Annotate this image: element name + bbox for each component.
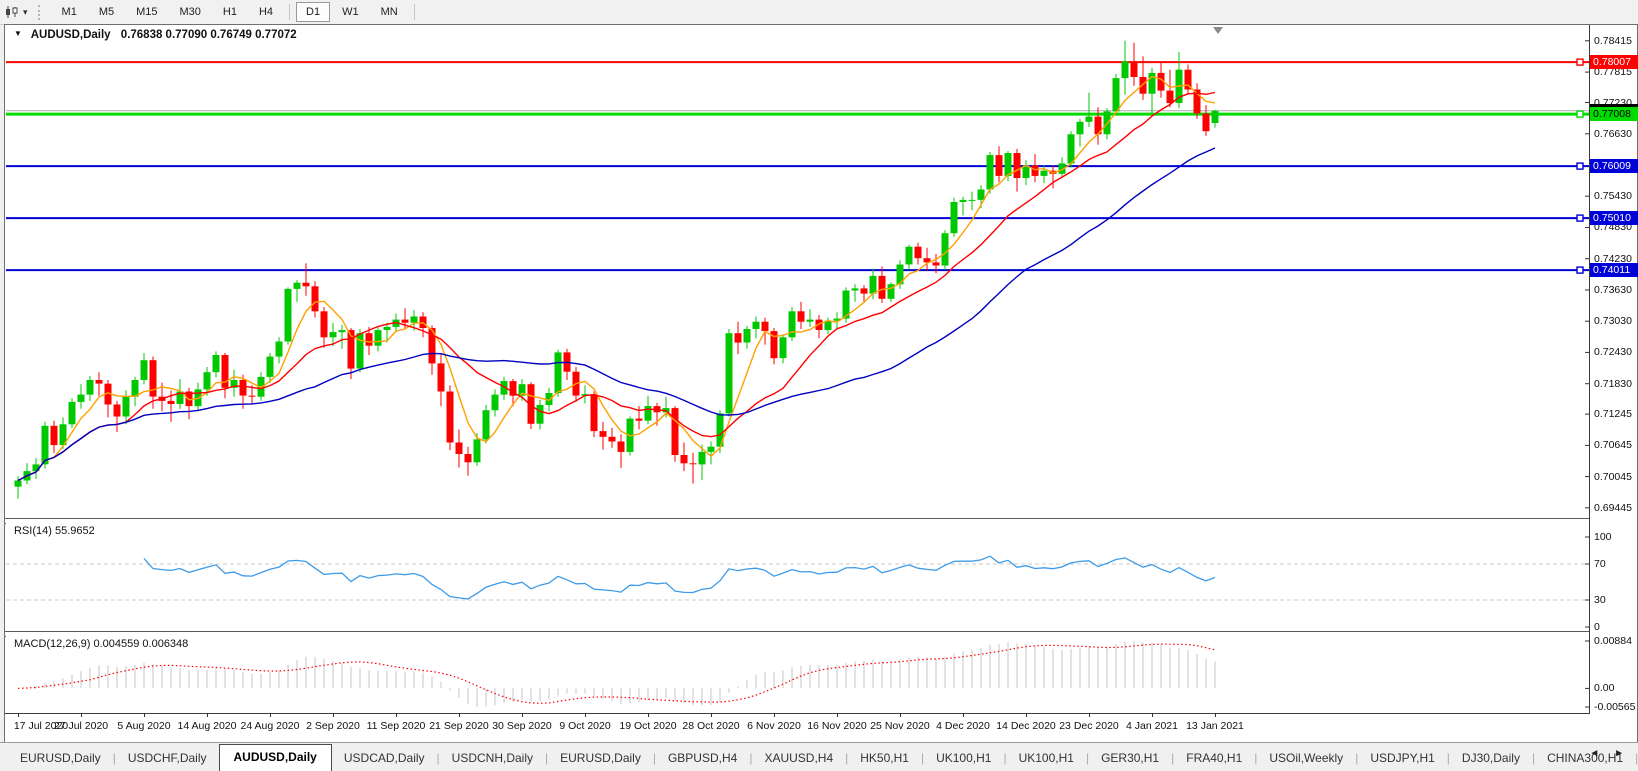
date-tick	[900, 713, 901, 717]
date-tick	[144, 713, 145, 717]
timeframe-button-m30[interactable]: M30	[170, 2, 211, 22]
timeframe-toolbar: ▾ M1 M5 M15 M30 H1 H4 D1 W1 MN	[0, 0, 1638, 25]
rsi-indicator-pane[interactable]	[6, 522, 1590, 631]
chart-tab-audusd-daily[interactable]: AUDUSD,Daily	[218, 744, 332, 771]
chart-tab-uk100-h1[interactable]: UK100,H1	[1007, 747, 1086, 771]
price-tick-label: 0.70045	[1594, 470, 1632, 483]
date-tick	[81, 713, 82, 717]
price-tick-label: 0.73630	[1594, 283, 1632, 296]
date-tick	[648, 713, 649, 717]
hline-price-badge: 0.76009	[1590, 159, 1638, 174]
price-tick-label: 0.71830	[1594, 377, 1632, 390]
price-tick-label: 0.78415	[1594, 34, 1632, 47]
candlestick-chart-icon	[6, 6, 18, 18]
date-tick	[1215, 713, 1216, 717]
macd-label: MACD(12,26,9) 0.004559 0.006348	[14, 638, 189, 650]
chart-tab-usdchf-daily[interactable]: USDCHF,Daily	[116, 747, 219, 771]
chart-tab-eurusd-daily[interactable]: EURUSD,Daily	[548, 747, 653, 771]
price-axis-line	[1589, 25, 1590, 713]
chart-tab-usdjpy-h1[interactable]: USDJPY,H1	[1358, 747, 1446, 771]
tab-scroll-left-icon[interactable]: ◄	[1589, 748, 1605, 759]
price-tick-label: 0.75430	[1594, 190, 1632, 203]
chart-tab-xauusd-h4[interactable]: XAUUSD,H4	[752, 747, 845, 771]
chart-tab-hk50-h1[interactable]: HK50,H1	[848, 747, 921, 771]
date-tick	[774, 713, 775, 717]
chart-tab-usoil-weekly[interactable]: USOil,Weekly	[1257, 747, 1355, 771]
chart-tab-eurusd-daily[interactable]: EURUSD,Daily	[8, 747, 113, 771]
macd-tick-label: -0.00565	[1594, 701, 1636, 713]
chart-tab-bar: EURUSD,Daily | USDCHF,Daily AUDUSD,Daily USD…	[0, 742, 1638, 771]
chart-shift-marker[interactable]	[1213, 27, 1223, 34]
price-tick-label: 0.72430	[1594, 346, 1632, 359]
chart-tab-gbpusd-h4[interactable]: GBPUSD,H4	[656, 747, 749, 771]
price-tick-label: 0.71245	[1594, 408, 1632, 421]
macd-indicator-pane[interactable]	[6, 635, 1590, 713]
timeframe-button-h1[interactable]: H1	[213, 2, 247, 22]
macd-tick-label: 0.00884	[1594, 635, 1632, 647]
date-tick	[585, 713, 586, 717]
chart-title: ▼ AUDUSD,Daily 0.76838 0.77090 0.76749 0…	[14, 29, 297, 41]
rsi-label: RSI(14) 55.9652	[14, 525, 95, 537]
date-tick	[333, 713, 334, 717]
tab-scroll-arrows: ◄ ►	[1589, 748, 1630, 759]
date-tick	[522, 713, 523, 717]
main-price-chart[interactable]	[6, 26, 1590, 518]
hline-price-badge: 0.75010	[1590, 211, 1638, 226]
rsi-tick-label: 100	[1594, 531, 1612, 543]
hline-price-badge: 0.77008	[1590, 107, 1638, 122]
timeframe-button-d1[interactable]: D1	[296, 2, 331, 22]
date-tick	[837, 713, 838, 717]
timeframe-button-m5[interactable]: M5	[89, 2, 124, 22]
chart-type-icon[interactable]: ▾	[4, 5, 28, 19]
date-tick	[18, 713, 19, 717]
date-tick	[459, 713, 460, 717]
timeframe-button-mn[interactable]: MN	[371, 2, 408, 22]
toolbar-separator	[289, 4, 291, 20]
rsi-tick-label: 70	[1594, 558, 1606, 570]
ohlc-values: 0.76838 0.77090 0.76749 0.77072	[120, 29, 297, 41]
rsi-tick-label: 30	[1594, 594, 1606, 606]
timeframe-button-w1[interactable]: W1	[332, 2, 369, 22]
price-tick-label: 0.76630	[1594, 127, 1632, 140]
macd-tick-label: 0.00	[1594, 682, 1615, 695]
rsi-tick-label: 0	[1594, 621, 1600, 633]
price-tick-label: 0.70645	[1594, 439, 1632, 452]
date-tick	[207, 713, 208, 717]
chart-tab-dj30-daily[interactable]: DJ30,Daily	[1450, 747, 1532, 771]
timeframe-button-h4[interactable]: H4	[249, 2, 283, 22]
date-tick	[1026, 713, 1027, 717]
symbol-period-label: AUDUSD,Daily	[30, 29, 111, 41]
date-label: 13 Jan 2021	[1186, 720, 1244, 732]
mt4-terminal: ▾ M1 M5 M15 M30 H1 H4 D1 W1 MN ▼ AUDUSD,Daily 0.…	[0, 0, 1638, 771]
price-tick-label: 0.69445	[1594, 501, 1632, 514]
timeframe-button-m15[interactable]: M15	[126, 2, 167, 22]
chart-tab-usdcad-daily[interactable]: USDCAD,Daily	[332, 747, 437, 771]
toolbar-grip[interactable]	[37, 4, 43, 20]
tab-scroll-right-icon[interactable]: ►	[1614, 748, 1630, 759]
hline-price-badge: 0.78007	[1590, 55, 1638, 70]
chart-tab-usdcnh-daily[interactable]: USDCNH,Daily	[440, 747, 545, 771]
date-tick	[711, 713, 712, 717]
date-tick	[963, 713, 964, 717]
date-tick	[270, 713, 271, 717]
chart-tab-uk100-h1[interactable]: UK100,H1	[924, 747, 1003, 771]
timeframe-button-m1[interactable]: M1	[52, 2, 87, 22]
timeframe-buttons: M1 M5 M15 M30 H1 H4 D1 W1 MN	[51, 2, 420, 22]
dropdown-triangle-icon[interactable]: ▼	[14, 29, 22, 38]
price-tick-label: 0.73030	[1594, 315, 1632, 328]
chart-tab-fra40-h1[interactable]: FRA40,H1	[1174, 747, 1254, 771]
date-tick	[396, 713, 397, 717]
chevron-down-icon[interactable]: ▾	[23, 7, 28, 18]
date-tick	[1089, 713, 1090, 717]
date-axis-line	[5, 713, 1590, 714]
hline-price-badge: 0.74011	[1590, 263, 1638, 278]
date-tick	[1152, 713, 1153, 717]
toolbar-separator	[413, 4, 415, 20]
chart-tab-ger30-h1[interactable]: GER30,H1	[1089, 747, 1171, 771]
